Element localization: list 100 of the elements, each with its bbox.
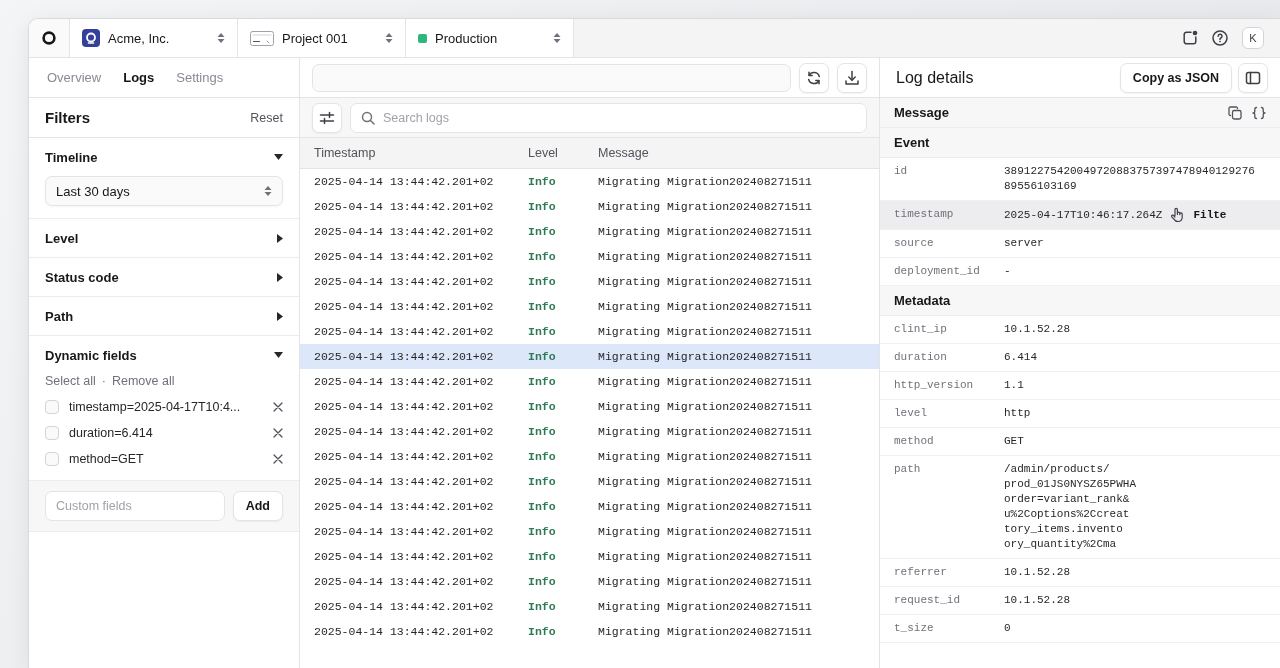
nav-tab[interactable]: Overview xyxy=(47,66,102,89)
level-text: Info xyxy=(528,500,557,513)
level-text: Info xyxy=(528,600,557,613)
environment-selector[interactable]: Production xyxy=(406,19,574,57)
timeline-select[interactable]: Last 30 days xyxy=(45,176,283,206)
level-text: Info xyxy=(528,375,557,388)
filter-section-toggle[interactable]: Level xyxy=(45,219,283,257)
reset-button[interactable]: Reset xyxy=(250,108,283,127)
nav-tab[interactable]: Logs xyxy=(123,66,155,89)
help-icon[interactable] xyxy=(1212,30,1228,46)
field-value: 2025-04-17T10:46:17.264Z xyxy=(1004,207,1163,223)
field-value: /admin/products/ prod_01JS0NYSZ65PWHA order=variant_rank& u%2Coptions%2Ccreat tory_items.invento ory_quantity%2Cma xyxy=(1004,462,1137,552)
message-text: Migrating Migration202408271511 xyxy=(598,225,813,238)
timestamp-text: 2025-04-14 13:44:42.201+02 xyxy=(314,475,495,488)
timestamp-text: 2025-04-14 13:44:42.201+02 xyxy=(314,600,495,613)
message-text: Migrating Migration202408271511 xyxy=(598,500,813,513)
level-text: Info xyxy=(528,550,557,563)
close-icon[interactable] xyxy=(273,428,283,438)
timestamp-text: 2025-04-14 13:44:42.201+02 xyxy=(314,175,495,188)
remove-all-link[interactable]: Remove all xyxy=(111,374,175,388)
org-selector[interactable]: Acme, Inc. xyxy=(70,19,238,57)
message-text: Migrating Migration202408271511 xyxy=(598,425,813,438)
field-key: source xyxy=(894,236,1004,251)
hand-cursor-icon xyxy=(1170,207,1186,223)
level-text: Info xyxy=(528,450,557,463)
filter-button[interactable]: Filte xyxy=(1193,207,1227,223)
filters-title: Filters xyxy=(45,109,90,126)
message-text: Migrating Migration202408271511 xyxy=(598,600,813,613)
message-text: Migrating Migration202408271511 xyxy=(598,200,813,213)
timestamp-text: 2025-04-14 13:44:42.201+02 xyxy=(314,425,495,438)
field-key: duration xyxy=(894,350,1004,365)
filter-section-toggle[interactable]: Path xyxy=(45,297,283,335)
copy-json-button[interactable]: Copy as JSON xyxy=(1119,62,1232,93)
field-value: 38912275420049720883757397478940129276 89556103169 xyxy=(1004,164,1255,194)
field-value: 10.1.52.28 xyxy=(1004,565,1070,580)
filter-settings-button[interactable] xyxy=(312,102,342,133)
sliders-icon xyxy=(319,109,335,126)
nav-tab[interactable]: Settings xyxy=(176,66,224,89)
close-icon[interactable] xyxy=(273,402,283,412)
level-text: Info xyxy=(528,200,557,213)
level-text: Info xyxy=(528,225,557,238)
level-text: Info xyxy=(528,325,557,338)
field-value: server xyxy=(1004,236,1044,251)
timestamp-text: 2025-04-14 13:44:42.201+02 xyxy=(314,200,495,213)
timestamp-text: 2025-04-14 13:44:42.201+02 xyxy=(314,300,495,313)
field-label: duration=6.414 xyxy=(69,426,154,440)
chevron-updown-icon xyxy=(385,32,393,44)
panel-title: Log details xyxy=(896,68,974,87)
chevron-updown-icon xyxy=(553,32,561,44)
timestamp-text: 2025-04-14 13:44:42.201+02 xyxy=(314,375,495,388)
checkbox[interactable] xyxy=(45,400,59,414)
field-key: request_id xyxy=(894,593,1004,608)
log-row[interactable]: 2025-04-14 13:44:42.201+02 Info Migrating Migration202408271511 xyxy=(300,344,879,369)
timestamp-text: 2025-04-14 13:44:42.201+02 xyxy=(314,450,495,463)
field-key: level xyxy=(894,406,1004,421)
chevron-updown-icon xyxy=(217,32,225,44)
search-icon xyxy=(361,110,375,125)
level-text: Info xyxy=(528,250,557,263)
braces-icon[interactable] xyxy=(1252,105,1266,120)
timestamp-text: 2025-04-14 13:44:42.201+02 xyxy=(314,500,495,513)
avatar[interactable]: K xyxy=(1242,27,1264,49)
close-icon[interactable] xyxy=(273,454,283,464)
add-button[interactable]: Add xyxy=(232,491,283,521)
message-text: Migrating Migration202408271511 xyxy=(598,250,813,263)
field-label: method=GET xyxy=(69,452,145,466)
panel-toggle-button[interactable] xyxy=(1238,62,1268,93)
message-text: Migrating Migration202408271511 xyxy=(598,450,813,463)
level-text: Info xyxy=(528,400,557,413)
refresh-button[interactable] xyxy=(799,62,829,93)
message-text: Migrating Migration202408271511 xyxy=(598,475,813,488)
panel-icon xyxy=(1245,69,1261,86)
input-field[interactable] xyxy=(312,63,791,92)
section-header: Metadata xyxy=(880,286,1280,316)
level-text: Info xyxy=(528,300,557,313)
select-all-link[interactable]: Select all xyxy=(45,374,96,388)
filter-section-toggle[interactable]: Status code xyxy=(45,258,283,296)
level-text: Info xyxy=(528,175,557,188)
notification-icon[interactable] xyxy=(1182,30,1198,46)
message-text: Migrating Migration202408271511 xyxy=(598,525,813,538)
search-field[interactable]: Search logs xyxy=(350,102,867,133)
custom-fields-input[interactable]: Custom fields xyxy=(45,491,225,521)
filter-section-toggle[interactable]: Timeline xyxy=(45,138,283,176)
org-logo-icon xyxy=(82,29,100,47)
timestamp-text: 2025-04-14 13:44:42.201+02 xyxy=(314,625,495,638)
timestamp-text: 2025-04-14 13:44:42.201+02 xyxy=(314,275,495,288)
checkbox[interactable] xyxy=(45,452,59,466)
column-header: Timestamp xyxy=(314,146,377,160)
copy-icon[interactable] xyxy=(1228,105,1242,120)
field-key: timestamp xyxy=(894,207,1004,222)
timestamp-text: 2025-04-14 13:44:42.201+02 xyxy=(314,575,495,588)
field-key: http_version xyxy=(894,378,1004,393)
field-key: id xyxy=(894,164,1004,179)
filter-section-toggle[interactable]: Dynamic fields xyxy=(45,336,283,374)
checkbox[interactable] xyxy=(45,426,59,440)
timestamp-text: 2025-04-14 13:44:42.201+02 xyxy=(314,250,495,263)
field-value: 1.1 xyxy=(1004,378,1024,393)
project-selector[interactable]: Project 001 xyxy=(238,19,406,57)
timestamp-text: 2025-04-14 13:44:42.201+02 xyxy=(314,325,495,338)
message-text: Migrating Migration202408271511 xyxy=(598,375,813,388)
download-button[interactable] xyxy=(837,62,867,93)
